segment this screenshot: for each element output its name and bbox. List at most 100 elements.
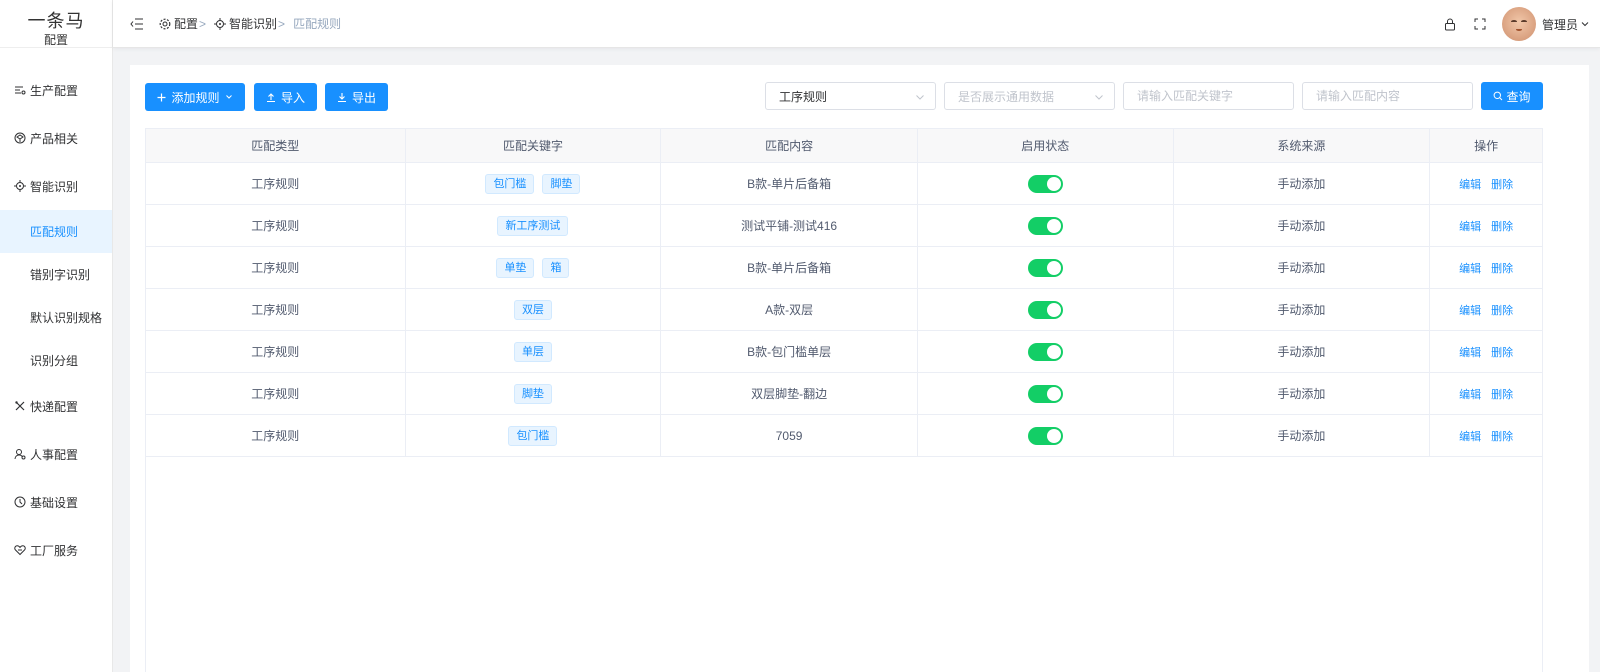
add-rule-button[interactable]: 添加规则 — [145, 83, 245, 111]
table-row: 工序规则 包门槛 7059 手动添加 编辑 删除 — [146, 415, 1542, 457]
chevron-down-icon — [1581, 22, 1589, 27]
column-header: 启用状态 — [918, 129, 1174, 162]
delete-link[interactable]: 删除 — [1491, 218, 1513, 234]
target-icon — [214, 17, 227, 30]
keywords-cell: 双层 — [406, 289, 662, 330]
sidebar: 一条马 配置 生产配置 产品相关 智能识别 匹配规则 错别字识别 默认识别规格 … — [0, 0, 113, 672]
keyword-input[interactable] — [1123, 82, 1294, 110]
enabled-toggle[interactable] — [1027, 300, 1063, 319]
search-icon — [1493, 91, 1503, 101]
breadcrumb-item-config[interactable]: 配置 — [159, 15, 198, 32]
source-cell: 手动添加 — [1174, 331, 1431, 372]
sidebar-item-product[interactable]: 产品相关 — [0, 114, 112, 162]
query-button[interactable]: 查询 — [1481, 82, 1543, 110]
export-button[interactable]: 导出 — [325, 83, 388, 111]
sidebar-item-label: 智能识别 — [30, 179, 79, 194]
general-data-placeholder: 是否展示通用数据 — [958, 89, 1055, 104]
keyword-tag: 新工序测试 — [497, 215, 569, 236]
edit-link[interactable]: 编辑 — [1459, 344, 1481, 360]
delete-link[interactable]: 删除 — [1491, 428, 1513, 444]
sidebar-item-label: 人事配置 — [30, 447, 79, 462]
edit-link[interactable]: 编辑 — [1459, 428, 1481, 444]
lock-icon[interactable] — [1442, 16, 1458, 32]
breadcrumb-item-recognition[interactable]: 智能识别 — [214, 15, 277, 32]
enabled-toggle[interactable] — [1027, 342, 1063, 361]
source-cell: 手动添加 — [1174, 247, 1431, 288]
keyword-tag: 单层 — [513, 341, 552, 362]
sidebar-item-basic-settings[interactable]: 基础设置 — [0, 478, 112, 526]
import-label: 导入 — [280, 90, 305, 105]
product-icon — [14, 132, 26, 144]
general-data-select[interactable]: 是否展示通用数据 — [944, 82, 1115, 110]
table-row: 工序规则 新工序测试 测试平铺-测试416 手动添加 编辑 删除 — [146, 205, 1542, 247]
keywords-cell: 包门槛 脚垫 — [406, 163, 662, 204]
sidebar-item-factory-service[interactable]: 工厂服务 — [0, 526, 112, 574]
edit-link[interactable]: 编辑 — [1459, 218, 1481, 234]
delete-link[interactable]: 删除 — [1491, 176, 1513, 192]
sidebar-subitem-label: 识别分组 — [30, 354, 79, 368]
user-menu[interactable]: 管理员 — [1542, 16, 1590, 33]
sidebar-subitem-typo-recognition[interactable]: 错别字识别 — [0, 253, 112, 296]
rules-table: 匹配类型 匹配关键字 匹配内容 启用状态 系统来源 操作 工序规则 包门槛 脚垫… — [145, 128, 1543, 672]
enabled-toggle[interactable] — [1027, 216, 1063, 235]
column-header: 操作 — [1474, 139, 1499, 153]
column-header: 匹配内容 — [661, 129, 918, 162]
column-header: 匹配类型 — [146, 129, 406, 162]
sidebar-item-recognition[interactable]: 智能识别 — [0, 162, 112, 210]
import-button[interactable]: 导入 — [254, 83, 317, 111]
status-cell — [918, 415, 1174, 456]
avatar[interactable] — [1501, 7, 1536, 41]
content-cell: 7059 — [661, 415, 918, 456]
enabled-toggle[interactable] — [1027, 384, 1063, 403]
sidebar-subitem-recognition-group[interactable]: 识别分组 — [0, 339, 112, 382]
menu-fold-icon[interactable] — [129, 16, 145, 32]
fullscreen-icon[interactable] — [1472, 16, 1488, 32]
enabled-toggle[interactable] — [1027, 174, 1063, 193]
enabled-toggle[interactable] — [1027, 258, 1063, 277]
status-cell — [918, 163, 1174, 204]
chevron-down-icon — [915, 91, 925, 105]
edit-link[interactable]: 编辑 — [1459, 260, 1481, 276]
sidebar-subitem-match-rules[interactable]: 匹配规则 — [0, 210, 112, 253]
breadcrumb-label: 配置 — [174, 17, 199, 31]
breadcrumb: 配置 > 智能识别 > 匹配规则 — [159, 15, 341, 32]
edit-link[interactable]: 编辑 — [1459, 386, 1481, 402]
plus-icon — [157, 93, 166, 102]
column-header: 系统来源 — [1174, 129, 1431, 162]
content-cell: B款-单片后备箱 — [661, 163, 918, 204]
enabled-toggle[interactable] — [1027, 426, 1063, 445]
breadcrumb-item-current: 匹配规则 — [293, 17, 342, 31]
table-row: 工序规则 双层 A款-双层 手动添加 编辑 删除 — [146, 289, 1542, 331]
sidebar-subitem-label: 默认识别规格 — [30, 311, 103, 325]
main-panel: 添加规则 导入 导出 工序规则 是否展示通用数据 请输入匹配关键字 请输入匹配内… — [130, 65, 1589, 672]
edit-link[interactable]: 编辑 — [1459, 176, 1481, 192]
content-input[interactable] — [1302, 82, 1473, 110]
chevron-down-icon — [225, 93, 233, 101]
add-rule-label: 添加规则 — [171, 90, 220, 105]
breadcrumb-separator: > — [199, 16, 207, 31]
sidebar-item-express[interactable]: 快递配置 — [0, 382, 112, 430]
sidebar-item-production[interactable]: 生产配置 — [0, 66, 112, 114]
status-cell — [918, 289, 1174, 330]
delete-link[interactable]: 删除 — [1491, 386, 1513, 402]
delete-link[interactable]: 删除 — [1491, 260, 1513, 276]
source-cell: 手动添加 — [1174, 289, 1431, 330]
chevron-down-icon — [1094, 91, 1104, 105]
sidebar-item-label: 快递配置 — [30, 399, 79, 414]
rule-type-select[interactable]: 工序规则 — [765, 82, 936, 110]
sidebar-subitem-default-spec[interactable]: 默认识别规格 — [0, 296, 112, 339]
column-header: 匹配关键字 — [406, 129, 662, 162]
target-icon — [14, 180, 26, 192]
logo[interactable]: 一条马 配置 — [0, 0, 112, 48]
sidebar-item-label: 生产配置 — [30, 83, 79, 98]
sidebar-item-label: 工厂服务 — [30, 543, 79, 558]
keyword-tag: 双层 — [513, 299, 552, 320]
keyword-tag: 单垫 — [496, 257, 535, 278]
delete-link[interactable]: 删除 — [1491, 302, 1513, 318]
edit-link[interactable]: 编辑 — [1459, 302, 1481, 318]
match-type-cell: 工序规则 — [146, 331, 406, 372]
toolbar: 添加规则 导入 导出 工序规则 是否展示通用数据 请输入匹配关键字 请输入匹配内… — [130, 65, 1589, 129]
delete-link[interactable]: 删除 — [1491, 344, 1513, 360]
keywords-cell: 脚垫 — [406, 373, 662, 414]
sidebar-item-hr[interactable]: 人事配置 — [0, 430, 112, 478]
